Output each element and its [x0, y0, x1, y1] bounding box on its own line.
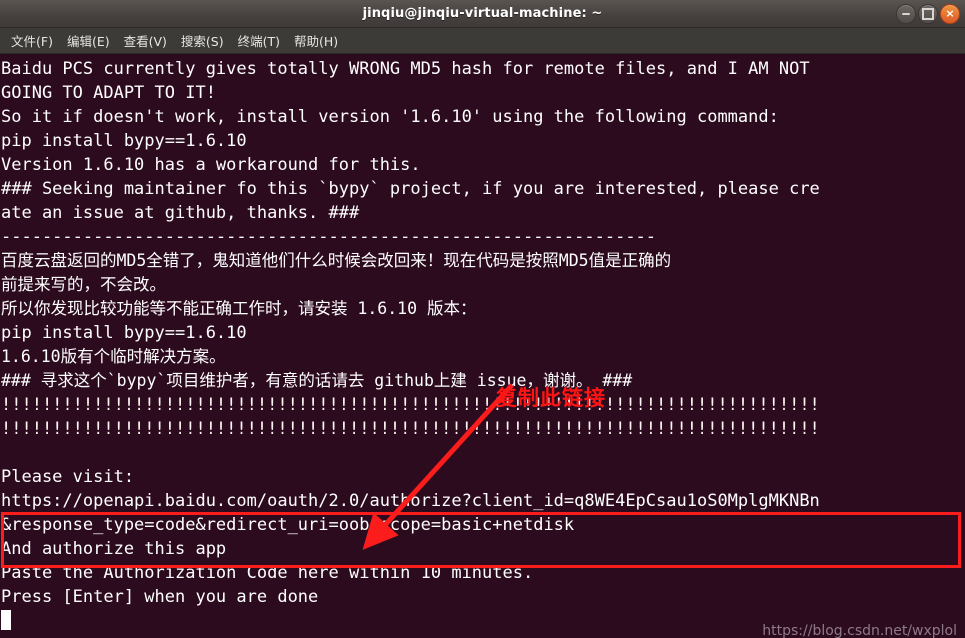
- terminal-line: ate an issue at github, thanks. ###: [1, 203, 360, 223]
- maximize-icon: [922, 7, 934, 20]
- minimize-button[interactable]: [896, 3, 916, 24]
- menu-item-help[interactable]: 帮助(H): [287, 28, 345, 53]
- terminal-line: GOING TO ADAPT TO IT!: [1, 83, 216, 103]
- terminal-line: 百度云盘返回的MD5全错了，鬼知道他们什么时候会改回来！现在代码是按照MD5值是…: [1, 251, 672, 270]
- terminal-line: Baidu PCS currently gives totally WRONG …: [1, 59, 810, 79]
- terminal-line: !!!!!!!!!!!!!!!!!!!!!!!!!!!!!!!!!!!!!!!!…: [1, 395, 820, 415]
- menu-item-terminal[interactable]: 终端(T): [231, 28, 287, 53]
- terminal-window: jinqiu@jinqiu-virtual-machine: ~ × 文件(F)…: [0, 0, 965, 638]
- menu-item-file[interactable]: 文件(F): [4, 28, 60, 53]
- terminal-output[interactable]: Baidu PCS currently gives totally WRONG …: [0, 54, 965, 638]
- terminal-line: pip install bypy==1.6.10: [1, 131, 247, 151]
- close-icon: ×: [945, 7, 955, 20]
- terminal-line: 前提来写的，不会改。: [1, 275, 166, 294]
- menubar: 文件(F) 编辑(E) 查看(V) 搜索(S) 终端(T) 帮助(H): [0, 28, 965, 54]
- terminal-line: !!!!!!!!!!!!!!!!!!!!!!!!!!!!!!!!!!!!!!!!…: [1, 419, 820, 439]
- terminal-line: pip install bypy==1.6.10: [1, 323, 247, 343]
- watermark: https://blog.csdn.net/wxplol: [762, 623, 957, 638]
- terminal-line: Press [Enter] when you are done: [1, 587, 319, 607]
- terminal-line: ### Seeking maintainer fo this `bypy` pr…: [1, 179, 820, 199]
- terminal-line: https://openapi.baidu.com/oauth/2.0/auth…: [1, 491, 820, 511]
- terminal-line: 1.6.10版有个临时解决方案。: [1, 347, 226, 366]
- terminal-line: &response_type=code&redirect_uri=oob&sco…: [1, 515, 575, 535]
- menu-item-search[interactable]: 搜索(S): [174, 28, 231, 53]
- window-title: jinqiu@jinqiu-virtual-machine: ~: [362, 6, 603, 21]
- menu-item-view[interactable]: 查看(V): [117, 28, 174, 53]
- terminal-line: ----------------------------------------…: [1, 227, 657, 247]
- window-titlebar[interactable]: jinqiu@jinqiu-virtual-machine: ~ ×: [0, 0, 965, 28]
- terminal-line: So it if doesn't work, install version '…: [1, 107, 779, 127]
- terminal-line: 所以你发现比较功能等不能正确工作时，请安装 1.6.10 版本：: [1, 299, 477, 318]
- terminal-line-list: Baidu PCS currently gives totally WRONG …: [1, 57, 965, 609]
- terminal-line: Please visit:: [1, 467, 135, 487]
- text-cursor: [1, 610, 11, 630]
- window-controls: ×: [896, 0, 960, 27]
- terminal-line: And authorize this app: [1, 539, 227, 559]
- minimize-icon: [902, 12, 910, 15]
- terminal-line: Version 1.6.10 has a workaround for this…: [1, 155, 421, 175]
- terminal-line: ### 寻求这个`bypy`项目维护者，有意的话请去 github上建 issu…: [1, 371, 633, 390]
- maximize-button[interactable]: [918, 3, 938, 24]
- menu-item-edit[interactable]: 编辑(E): [60, 28, 117, 53]
- terminal-line: Paste the Authorization Code here within…: [1, 563, 534, 583]
- close-button[interactable]: ×: [940, 3, 960, 24]
